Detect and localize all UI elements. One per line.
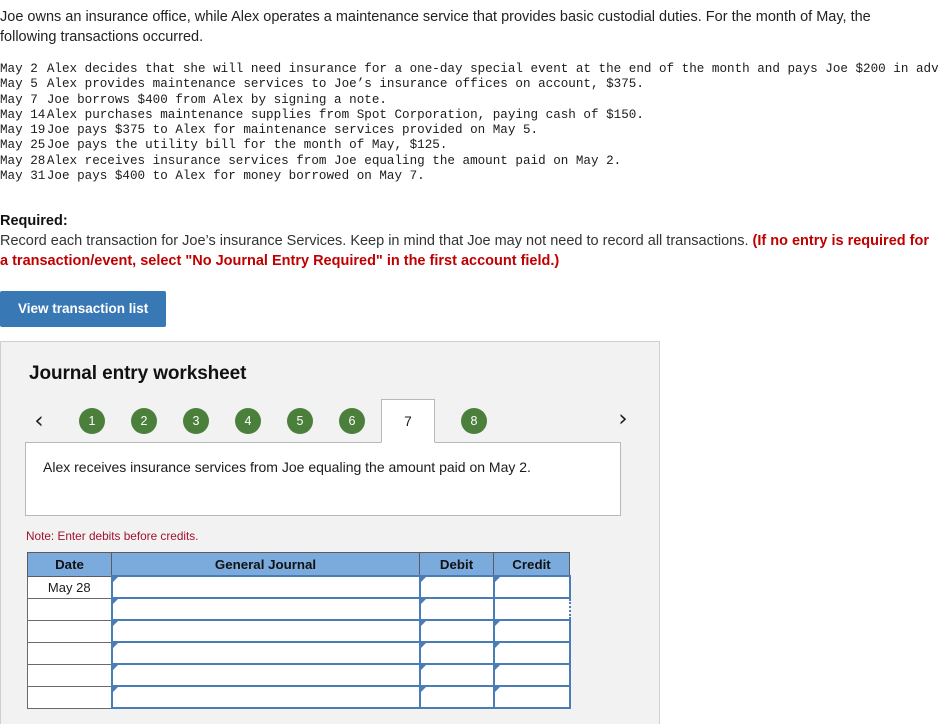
table-row <box>27 663 571 687</box>
transaction-row: May 28Alex receives insurance services f… <box>0 154 938 169</box>
required-title: Required: <box>0 213 68 230</box>
transaction-text: Alex purchases maintenance supplies from… <box>46 107 644 122</box>
transaction-text: Joe borrows $400 from Alex by signing a … <box>46 92 387 107</box>
transaction-date: May 5 <box>0 77 38 92</box>
table-row: May 28 <box>27 575 571 599</box>
cell-date[interactable] <box>27 641 112 665</box>
cell-debit[interactable] <box>418 685 495 709</box>
transaction-date: May 28 <box>0 153 46 168</box>
cell-date[interactable] <box>27 619 112 643</box>
cell-date[interactable] <box>27 597 112 621</box>
next-tab-arrow-icon[interactable]: › <box>609 408 637 431</box>
column-header-debit: Debit <box>419 552 494 577</box>
column-header-general-journal: General Journal <box>111 552 420 577</box>
transaction-text: Alex receives insurance services from Jo… <box>46 153 622 168</box>
cell-debit[interactable] <box>418 641 495 665</box>
journal-entry-table: Date General Journal Debit Credit May 28 <box>27 552 571 709</box>
transaction-text: Joe pays $375 to Alex for maintenance se… <box>46 123 539 138</box>
table-row <box>27 619 571 643</box>
transaction-date: May 25 <box>0 138 46 153</box>
worksheet-tabstrip: ‹ 12345678 › <box>1 399 659 443</box>
worksheet-title: Journal entry worksheet <box>29 363 247 384</box>
transaction-description-box: Alex receives insurance services from Jo… <box>25 442 621 516</box>
worksheet-tab-3[interactable]: 3 <box>183 408 209 434</box>
transaction-date: May 7 <box>0 92 38 107</box>
cell-credit[interactable] <box>492 641 571 665</box>
transaction-row: May 5 Alex provides maintenance services … <box>0 77 938 92</box>
worksheet-tab-6[interactable]: 6 <box>339 408 365 434</box>
intro-paragraph: Joe owns an insurance office, while Alex… <box>0 9 871 45</box>
table-row <box>27 685 571 709</box>
cell-general-journal[interactable] <box>110 663 421 687</box>
transaction-description-text: Alex receives insurance services from Jo… <box>43 459 531 475</box>
cell-general-journal[interactable] <box>110 685 421 709</box>
required-body: Record each transaction for Joe’s insura… <box>0 233 753 250</box>
table-row <box>27 641 571 665</box>
worksheet-tab-7[interactable]: 7 <box>381 399 435 443</box>
transaction-date: May 2 <box>0 62 38 76</box>
transaction-date: May 19 <box>0 123 46 138</box>
cell-credit[interactable] <box>492 685 571 709</box>
transaction-text: Joe pays $400 to Alex for money borrowed… <box>46 169 425 184</box>
worksheet-tab-1[interactable]: 1 <box>79 408 105 434</box>
journal-entry-worksheet-panel: Journal entry worksheet ‹ 12345678 › Ale… <box>0 341 660 724</box>
cell-general-journal[interactable] <box>110 597 421 621</box>
transaction-row: May 2 Alex decides that she will need ins… <box>0 62 938 77</box>
transaction-date: May 31 <box>0 169 46 184</box>
required-block: Required: Record each transaction for Jo… <box>0 211 930 271</box>
cell-date[interactable] <box>27 663 112 687</box>
worksheet-tab-4[interactable]: 4 <box>235 408 261 434</box>
cell-debit[interactable] <box>418 597 495 621</box>
cell-general-journal[interactable] <box>110 619 421 643</box>
transaction-text: Alex provides maintenance services to Jo… <box>46 77 644 92</box>
debits-before-credits-note: Note: Enter debits before credits. <box>26 529 199 543</box>
transaction-list: May 2 Alex decides that she will need ins… <box>0 62 938 184</box>
transaction-row: May 7 Joe borrows $400 from Alex by signi… <box>0 93 938 108</box>
cell-general-journal[interactable] <box>110 575 421 599</box>
cell-credit[interactable] <box>492 619 571 643</box>
cell-date[interactable]: May 28 <box>27 575 112 599</box>
cell-credit[interactable] <box>492 663 571 687</box>
cell-debit[interactable] <box>418 575 495 599</box>
table-header-row: Date General Journal Debit Credit <box>27 552 570 577</box>
cell-date[interactable] <box>27 685 112 709</box>
transaction-row: May 14Alex purchases maintenance supplie… <box>0 108 938 123</box>
cell-debit[interactable] <box>418 619 495 643</box>
prev-tab-arrow-icon[interactable]: ‹ <box>25 409 53 433</box>
cell-credit[interactable] <box>492 575 571 599</box>
worksheet-tab-5[interactable]: 5 <box>287 408 313 434</box>
cell-credit[interactable] <box>492 597 571 621</box>
transaction-row: May 25Joe pays the utility bill for the … <box>0 138 938 153</box>
worksheet-tab-2[interactable]: 2 <box>131 408 157 434</box>
transaction-row: May 19Joe pays $375 to Alex for maintena… <box>0 123 938 138</box>
transaction-text: Alex decides that she will need insuranc… <box>46 62 938 76</box>
transaction-text: Joe pays the utility bill for the month … <box>46 138 448 153</box>
column-header-date: Date <box>27 552 112 577</box>
view-transaction-list-button[interactable]: View transaction list <box>0 291 167 328</box>
transaction-date: May 14 <box>0 107 46 122</box>
page-root: Joe owns an insurance office, while Alex… <box>0 0 938 724</box>
table-row <box>27 597 571 621</box>
cell-general-journal[interactable] <box>110 641 421 665</box>
transaction-row: May 31Joe pays $400 to Alex for money bo… <box>0 169 938 184</box>
worksheet-tab-8[interactable]: 8 <box>461 408 487 434</box>
cell-debit[interactable] <box>418 663 495 687</box>
column-header-credit: Credit <box>493 552 570 577</box>
